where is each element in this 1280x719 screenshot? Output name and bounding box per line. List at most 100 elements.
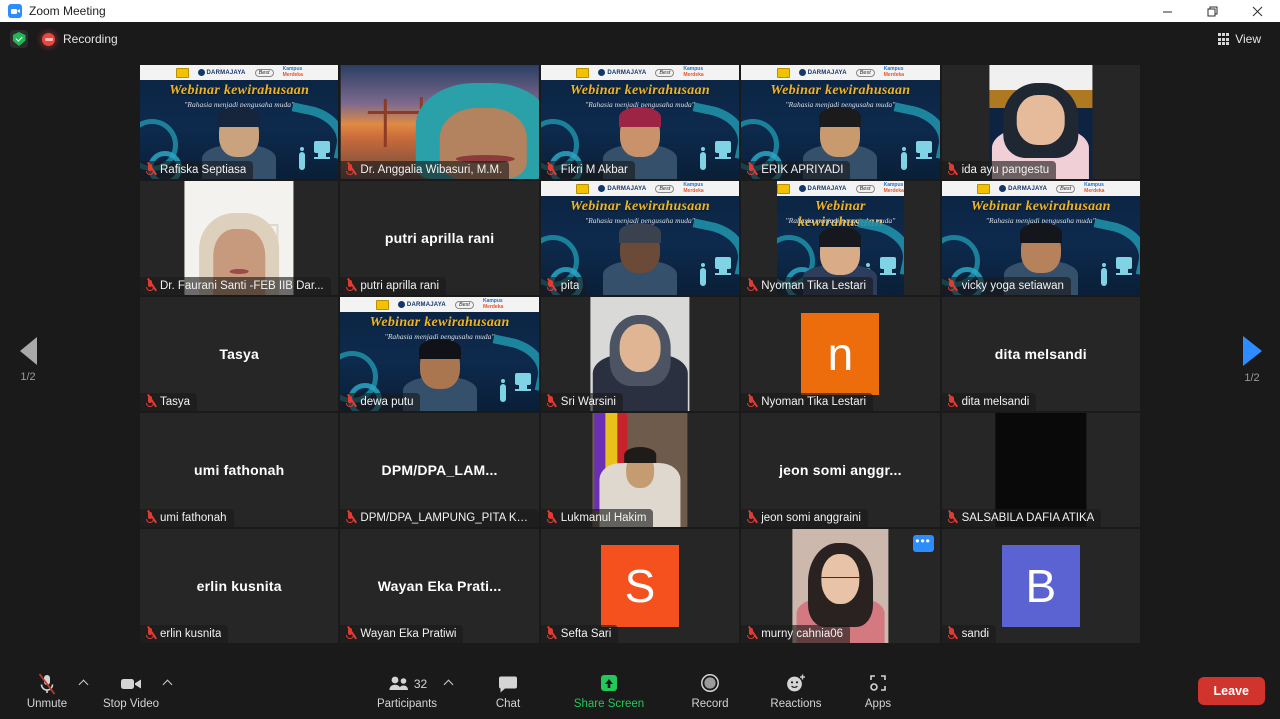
participant-tile[interactable]: DARMAJAYA Best Kampus Merdeka Webinar kew… <box>540 181 740 295</box>
participant-name-label: DPM/DPA_LAMPUNG_PITA KH... <box>340 509 539 527</box>
participant-name: Sefta Sari <box>560 627 612 640</box>
participant-name: jeon somi anggraini <box>761 511 861 524</box>
participant-name: Dr. Anggalia Wibasuri, M.M. <box>360 163 503 176</box>
webinar-title: Webinar kewirahusaan <box>369 315 510 330</box>
participant-name: Nyoman Tika Lestari <box>761 395 867 408</box>
microphone-muted-icon <box>546 163 556 176</box>
participant-tile[interactable]: Wayan Eka Prati... Wayan Eka Pratiwi <box>340 529 539 643</box>
book-logo-icon <box>175 67 189 78</box>
shield-check-icon[interactable] <box>10 30 28 48</box>
best-logo: Best <box>1056 184 1076 193</box>
chevron-left-icon <box>19 336 37 365</box>
participant-tile[interactable]: DPM/DPA_LAM... DPM/DPA_LAMPUNG_PITA KH..… <box>340 413 539 527</box>
participants-button[interactable]: 32 Participants <box>369 666 445 716</box>
avatar-initial: S <box>600 545 679 627</box>
microphone-muted-icon <box>947 511 957 524</box>
participant-name-label: umi fathonah <box>140 509 234 527</box>
webinar-title: Webinar kewirahusaan <box>570 199 710 214</box>
microphone-muted-icon <box>546 511 556 524</box>
prev-page-label: 1/2 <box>20 370 36 383</box>
participant-tile[interactable]: B sandi <box>941 529 1140 643</box>
avatar-initial: B <box>1001 545 1080 627</box>
restore-icon[interactable] <box>1190 0 1235 22</box>
next-page-label: 1/2 <box>1244 371 1260 384</box>
participant-name-label: Dr. Anggalia Wibasuri, M.M. <box>340 161 510 179</box>
participant-tile[interactable]: Tasya Tasya <box>140 297 339 411</box>
participant-tile[interactable]: putri aprilla rani putri aprilla rani <box>340 181 539 295</box>
darmajaya-logo: DARMAJAYA <box>999 185 1047 192</box>
zoom-video-icon <box>8 4 22 18</box>
reactions-button[interactable]: Reactions <box>759 666 833 716</box>
chat-button[interactable]: Chat <box>475 666 541 716</box>
participant-tile[interactable]: DARMAJAYA Best Kampus Merdeka Webinar kew… <box>741 181 940 295</box>
participant-tile[interactable]: ida ayu pangestu <box>941 65 1140 179</box>
participant-tile[interactable]: umi fathonah umi fathonah <box>140 413 339 527</box>
participant-tile[interactable]: DARMAJAYA Best Kampus Merdeka Webinar kew… <box>140 65 339 179</box>
participant-tile[interactable]: DARMAJAYA Best Kampus Merdeka Webinar kew… <box>941 181 1140 295</box>
best-logo: Best <box>254 68 274 77</box>
participants-count: 32 <box>413 676 428 691</box>
microphone-muted-icon <box>145 395 155 408</box>
chat-bubble-icon <box>497 673 519 695</box>
kampus-merdeka-logo: Kampus Merdeka <box>883 182 904 194</box>
stop-video-label: Stop Video <box>102 697 160 710</box>
participant-tile[interactable]: erlin kusnita erlin kusnita <box>140 529 339 643</box>
participant-name-label: dita melsandi <box>941 393 1037 411</box>
participant-tile[interactable]: DARMAJAYA Best Kampus Merdeka Webinar kew… <box>540 65 740 179</box>
kiosk-decoration-icon <box>1100 257 1132 291</box>
minimize-icon[interactable] <box>1145 0 1190 22</box>
participant-name: DPM/DPA_LAMPUNG_PITA KH... <box>360 511 532 524</box>
view-button[interactable]: View <box>1209 27 1270 51</box>
microphone-muted-icon <box>145 279 155 292</box>
participant-tile[interactable]: n Nyoman Tika Lestari <box>741 297 940 411</box>
view-label: View <box>1235 32 1261 46</box>
video-stage: 1/2 1/2 DARMAJAYA Best Kampus Merdeka Web… <box>0 56 1280 663</box>
best-logo: Best <box>855 184 875 193</box>
stop-video-button[interactable]: Stop Video <box>98 666 164 716</box>
reactions-label: Reactions <box>770 697 822 710</box>
participant-name-label: jeon somi anggraini <box>741 509 868 527</box>
participant-tile[interactable]: Dr. Anggalia Wibasuri, M.M. <box>340 65 539 179</box>
participants-icon: 32 <box>387 673 427 695</box>
chevron-right-icon <box>1242 335 1262 366</box>
participant-tile[interactable]: Dr. Faurani Santi -FEB IIB Dar... <box>140 181 339 295</box>
darmajaya-logo: DARMAJAYA <box>798 69 847 76</box>
microphone-muted-icon <box>746 279 756 292</box>
microphone-muted-icon <box>345 395 355 408</box>
smiley-plus-icon <box>784 673 808 695</box>
recording-indicator[interactable]: Recording <box>42 32 118 46</box>
share-screen-button[interactable]: Share Screen <box>563 666 655 716</box>
participant-name: sandi <box>961 627 990 640</box>
participant-name-label: murny cahnia06 <box>741 625 851 643</box>
participant-tile[interactable]: ••• murny cahnia06 <box>741 529 940 643</box>
webinar-title: Webinar kewirahusaan <box>570 83 710 98</box>
participant-name-label: erlin kusnita <box>140 625 229 643</box>
participant-tile[interactable]: Sri Warsini <box>540 297 740 411</box>
record-button[interactable]: Record <box>677 666 743 716</box>
webinar-logo-strip: DARMAJAYA Best Kampus Merdeka <box>540 65 740 80</box>
participant-tile[interactable]: S Sefta Sari <box>540 529 740 643</box>
close-icon[interactable] <box>1235 0 1280 22</box>
participant-name-label: Fikri M Akbar <box>540 161 635 179</box>
microphone-muted-icon <box>345 163 355 176</box>
participant-name-label: Sri Warsini <box>540 393 623 411</box>
microphone-muted-icon <box>546 279 556 292</box>
book-logo-icon <box>977 183 991 194</box>
unmute-button[interactable]: Unmute <box>14 666 80 716</box>
best-logo: Best <box>655 68 675 77</box>
participant-tile[interactable]: jeon somi anggr... jeon somi anggraini <box>741 413 940 527</box>
microphone-muted-icon <box>947 627 957 640</box>
leave-button[interactable]: Leave <box>1197 677 1265 705</box>
tile-more-options-button[interactable]: ••• <box>912 535 934 552</box>
participant-tile[interactable]: dita melsandi dita melsandi <box>941 297 1140 411</box>
microphone-muted-icon <box>947 279 957 292</box>
kampus-merdeka-logo: Kampus Merdeka <box>683 182 704 194</box>
participant-tile[interactable]: DARMAJAYA Best Kampus Merdeka Webinar kew… <box>340 297 539 411</box>
apps-button[interactable]: Apps <box>845 666 911 716</box>
participant-tile[interactable]: DARMAJAYA Best Kampus Merdeka Webinar kew… <box>741 65 940 179</box>
participant-tile[interactable]: Lukmanul Hakim <box>540 413 740 527</box>
prev-page-button[interactable]: 1/2 <box>0 336 56 383</box>
book-logo-icon <box>776 183 790 194</box>
next-page-button[interactable]: 1/2 <box>1224 335 1280 384</box>
participant-tile[interactable]: SALSABILA DAFIA ATIKA <box>941 413 1140 527</box>
